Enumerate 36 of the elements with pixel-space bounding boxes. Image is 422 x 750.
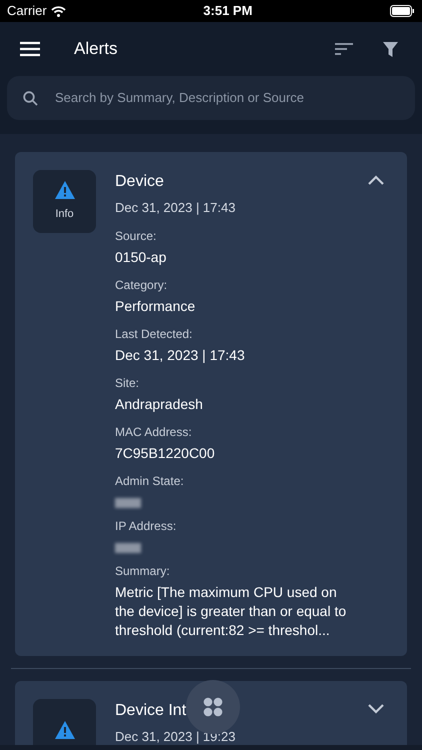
warning-icon [54,180,76,200]
field-label: Admin State: [115,472,185,488]
alert-title: Device [115,172,164,192]
battery-icon [390,5,415,17]
field-label: Site: [115,374,140,390]
field-value: Performance [115,296,196,316]
menu-button[interactable] [18,39,42,59]
search-field[interactable]: Search by Summary, Description or Source [7,76,415,120]
redacted-value [115,498,141,508]
warning-icon [54,720,76,740]
field-value: Metric [The maximum CPU used on the device] is greater than or equal to threshold (current:82 >= threshol... [115,582,348,640]
alert-date: Dec 31, 2023 | 17:43 [115,199,236,217]
field-value: 7C95B1220C00 [115,444,216,462]
chevron-down-icon [367,702,385,714]
clock: 3:51 PM [203,2,252,20]
field-label: Last Detected: [115,326,194,342]
filter-button[interactable] [383,42,398,56]
grid-icon [203,697,223,717]
search-input[interactable]: Search by Summary, Description or Source [55,88,399,108]
field-label: Source: [115,228,158,244]
sort-button[interactable] [335,43,353,55]
field-label: Category: [115,276,168,292]
alert-title: Device Int [115,700,186,720]
carrier-label: Carrier [7,2,47,20]
field-value: Andrapradesh [115,394,204,414]
field-value: Dec 31, 2023 | 17:43 [115,346,246,364]
wifi-icon [50,6,66,16]
chevron-up-icon [367,174,385,186]
page-title: Alerts [74,38,118,60]
field-label: Summary: [115,562,171,578]
redacted-value [115,542,141,552]
field-label: MAC Address: [115,424,193,440]
search-icon [23,90,38,106]
field-label: IP Address: [115,518,178,534]
severity-label: Info [55,207,74,222]
field-value: 0150-ap [115,248,168,266]
